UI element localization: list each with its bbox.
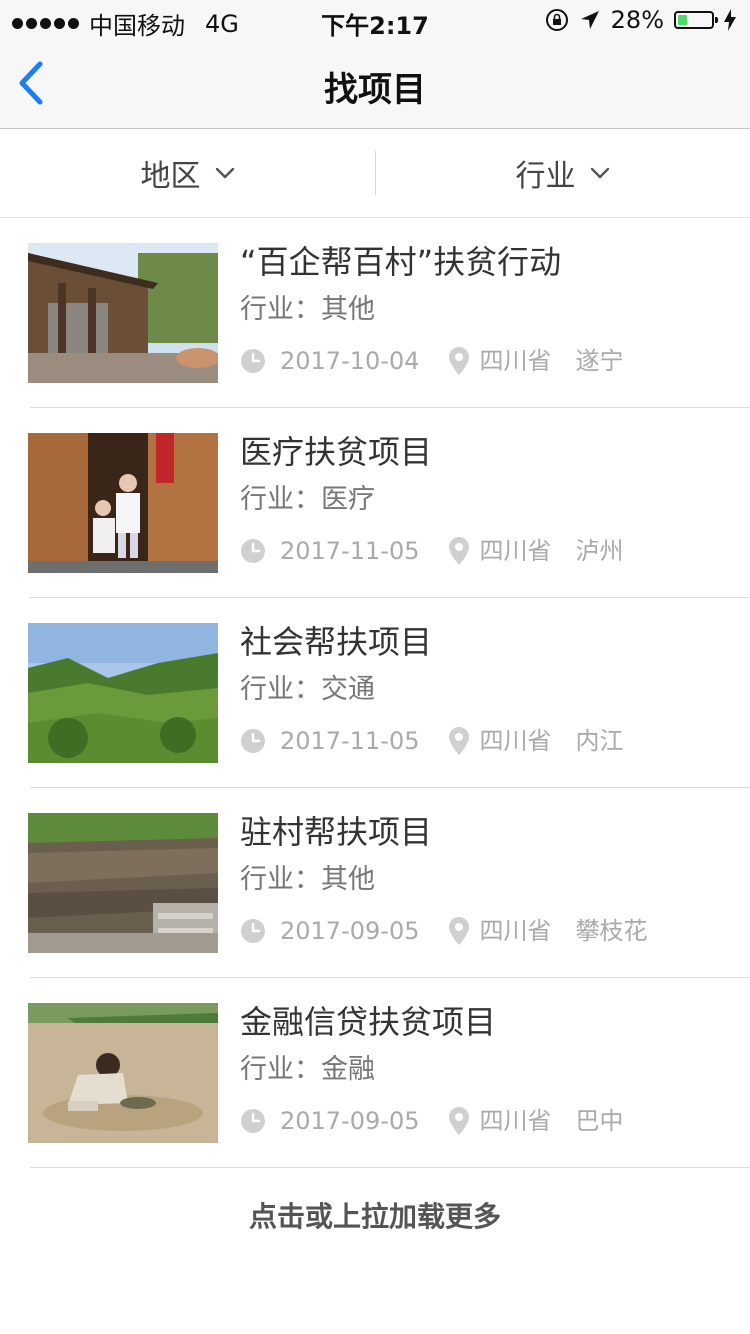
location-pin-icon [449, 917, 470, 945]
project-info: 驻村帮扶项目 行业：其他 2017-09-05 四川省 攀枝花 [240, 810, 750, 946]
load-more-button[interactable]: 点击或上拉加载更多 [0, 1195, 750, 1235]
project-city: 攀枝花 [575, 917, 648, 945]
project-title: 金融信贷扶贫项目 [240, 1003, 497, 1041]
project-meta: 2017-10-04 四川省 遂宁 [240, 346, 750, 376]
location-pin-icon [449, 727, 470, 755]
project-industry: 行业：其他 [240, 864, 375, 895]
clock-icon [241, 729, 265, 753]
project-industry: 行业：金融 [240, 1054, 375, 1085]
project-meta: 2017-11-05 四川省 泸州 [240, 536, 750, 566]
project-industry: 行业：交通 [240, 674, 375, 705]
clock-icon [241, 539, 265, 563]
project-province: 四川省 [479, 537, 552, 565]
project-info: “百企帮百村”扶贫行动 行业：其他 2017-10-04 四川省 遂宁 [240, 240, 750, 376]
project-date: 2017-11-05 [280, 537, 420, 565]
project-thumbnail [28, 813, 218, 953]
chevron-down-icon [215, 167, 234, 179]
project-list-item[interactable]: 社会帮扶项目 行业：交通 2017-11-05 四川省 内江 [28, 598, 750, 788]
project-city: 泸州 [575, 537, 624, 565]
project-info: 医疗扶贫项目 行业：医疗 2017-11-05 四川省 泸州 [240, 430, 750, 566]
project-province: 四川省 [479, 917, 552, 945]
charging-bolt-icon [724, 9, 736, 31]
filter-bar: 地区 行业 [0, 129, 750, 218]
project-title: 社会帮扶项目 [240, 623, 433, 661]
clock-icon [241, 349, 265, 373]
project-thumbnail [28, 623, 218, 763]
project-title: 医疗扶贫项目 [240, 433, 433, 471]
region-filter-dropdown[interactable]: 地区 [0, 129, 375, 217]
project-list: “百企帮百村”扶贫行动 行业：其他 2017-10-04 四川省 遂宁 医疗扶贫… [0, 218, 750, 1168]
project-title: 驻村帮扶项目 [240, 813, 433, 851]
project-list-item[interactable]: “百企帮百村”扶贫行动 行业：其他 2017-10-04 四川省 遂宁 [28, 218, 750, 408]
status-right: 28% [545, 6, 736, 34]
project-city: 内江 [575, 727, 624, 755]
project-date: 2017-11-05 [280, 727, 420, 755]
location-arrow-icon [580, 11, 599, 29]
chevron-down-icon [590, 167, 609, 179]
project-meta: 2017-11-05 四川省 内江 [240, 726, 750, 756]
battery-percent: 28% [610, 6, 664, 34]
project-date: 2017-10-04 [280, 347, 420, 375]
project-list-item[interactable]: 金融信贷扶贫项目 行业：金融 2017-09-05 四川省 巴中 [28, 978, 750, 1168]
project-province: 四川省 [479, 1107, 552, 1135]
location-pin-icon [449, 1107, 470, 1135]
project-date: 2017-09-05 [280, 917, 420, 945]
project-info: 社会帮扶项目 行业：交通 2017-11-05 四川省 内江 [240, 620, 750, 756]
project-list-item[interactable]: 驻村帮扶项目 行业：其他 2017-09-05 四川省 攀枝花 [28, 788, 750, 978]
project-industry: 行业：其他 [240, 294, 375, 325]
project-industry: 行业：医疗 [240, 484, 375, 515]
rotation-lock-icon [545, 9, 568, 31]
project-city: 遂宁 [575, 347, 624, 375]
project-list-item[interactable]: 医疗扶贫项目 行业：医疗 2017-11-05 四川省 泸州 [28, 408, 750, 598]
page-title: 找项目 [324, 70, 426, 110]
project-thumbnail [28, 243, 218, 383]
location-pin-icon [449, 537, 470, 565]
project-thumbnail [28, 1003, 218, 1143]
clock-icon [241, 919, 265, 943]
battery-icon [674, 11, 718, 29]
project-date: 2017-09-05 [280, 1107, 420, 1135]
battery-level [678, 15, 687, 25]
clock-icon [241, 1109, 265, 1133]
status-bar: 中国移动 4G 下午2:17 28% [0, 0, 750, 40]
region-filter-label: 地区 [140, 159, 201, 194]
project-meta: 2017-09-05 四川省 攀枝花 [240, 916, 750, 946]
project-city: 巴中 [575, 1107, 624, 1135]
project-thumbnail [28, 433, 218, 573]
project-title: “百企帮百村”扶贫行动 [240, 243, 562, 281]
industry-filter-dropdown[interactable]: 行业 [375, 129, 750, 217]
filter-divider [375, 151, 376, 195]
project-province: 四川省 [479, 727, 552, 755]
navigation-bar: 找项目 [0, 40, 750, 129]
location-pin-icon [449, 347, 470, 375]
project-province: 四川省 [479, 347, 552, 375]
project-info: 金融信贷扶贫项目 行业：金融 2017-09-05 四川省 巴中 [240, 1000, 750, 1136]
project-meta: 2017-09-05 四川省 巴中 [240, 1106, 750, 1136]
industry-filter-label: 行业 [515, 159, 576, 194]
